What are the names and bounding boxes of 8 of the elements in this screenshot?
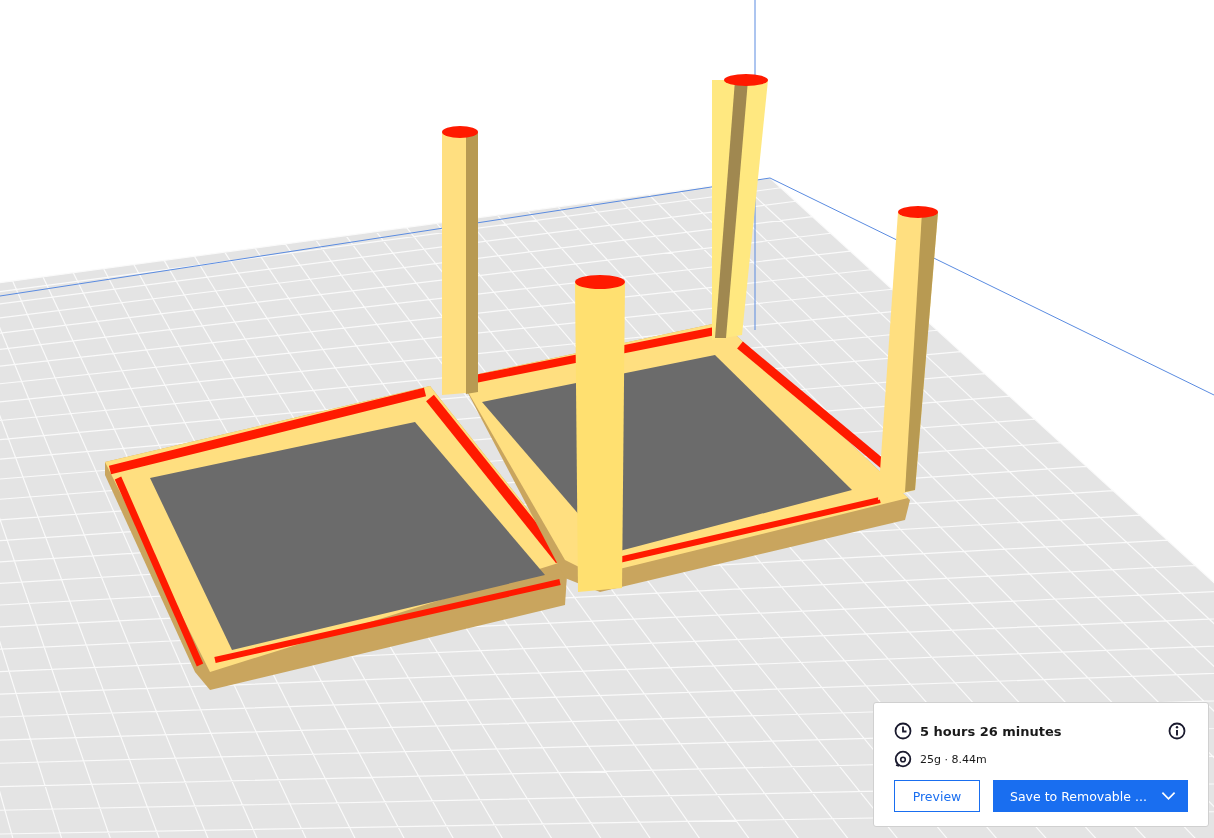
preview-button[interactable]: Preview <box>894 780 980 812</box>
spool-icon <box>894 750 912 768</box>
info-icon[interactable] <box>1168 722 1186 740</box>
material-usage: 25g · 8.44m <box>920 752 987 766</box>
clock-icon <box>894 722 912 740</box>
print-time: 5 hours 26 minutes <box>920 723 1063 739</box>
chevron-down-icon[interactable] <box>1161 791 1176 801</box>
save-to-removable-button[interactable]: Save to Removable ... <box>993 780 1188 812</box>
